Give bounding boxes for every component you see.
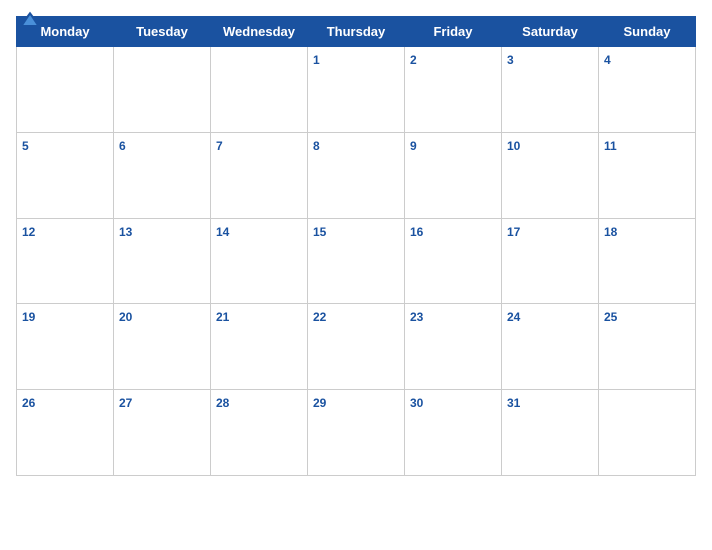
day-number: 19 (22, 310, 35, 324)
day-number: 4 (604, 53, 611, 67)
calendar-cell: 8 (308, 132, 405, 218)
day-number: 8 (313, 139, 320, 153)
day-number: 15 (313, 225, 326, 239)
calendar-cell: 16 (405, 218, 502, 304)
calendar-table: MondayTuesdayWednesdayThursdayFridaySatu… (16, 16, 696, 476)
calendar-cell: 6 (114, 132, 211, 218)
calendar-cell: 20 (114, 304, 211, 390)
day-number: 30 (410, 396, 423, 410)
calendar-cell: 29 (308, 390, 405, 476)
calendar-cell: 31 (502, 390, 599, 476)
day-number: 22 (313, 310, 326, 324)
calendar-week-row: 26 27 28 29 30 31 (17, 390, 696, 476)
calendar-cell (17, 47, 114, 133)
day-number: 5 (22, 139, 29, 153)
logo-area (16, 10, 46, 30)
day-number: 27 (119, 396, 132, 410)
day-number: 7 (216, 139, 223, 153)
calendar-cell: 1 (308, 47, 405, 133)
calendar-cell: 5 (17, 132, 114, 218)
weekday-sunday: Sunday (599, 17, 696, 47)
calendar-cell: 12 (17, 218, 114, 304)
day-number: 21 (216, 310, 229, 324)
day-number: 11 (604, 139, 617, 153)
day-number: 10 (507, 139, 520, 153)
day-number: 3 (507, 53, 514, 67)
calendar-cell: 14 (211, 218, 308, 304)
logo-icon (16, 10, 44, 30)
calendar-cell: 25 (599, 304, 696, 390)
calendar-cell (599, 390, 696, 476)
day-number: 18 (604, 225, 617, 239)
day-number: 13 (119, 225, 132, 239)
day-number: 2 (410, 53, 417, 67)
calendar-cell: 17 (502, 218, 599, 304)
calendar-cell: 19 (17, 304, 114, 390)
calendar-cell: 15 (308, 218, 405, 304)
day-number: 6 (119, 139, 126, 153)
day-number: 17 (507, 225, 520, 239)
calendar-cell: 24 (502, 304, 599, 390)
calendar-cell: 27 (114, 390, 211, 476)
calendar-cell: 11 (599, 132, 696, 218)
day-number: 9 (410, 139, 417, 153)
calendar-week-row: 5 6 7 8 9 10 11 (17, 132, 696, 218)
calendar-cell: 13 (114, 218, 211, 304)
calendar-week-row: 12 13 14 15 16 17 18 (17, 218, 696, 304)
calendar-cell: 9 (405, 132, 502, 218)
day-number: 25 (604, 310, 617, 324)
calendar-cell: 2 (405, 47, 502, 133)
weekday-tuesday: Tuesday (114, 17, 211, 47)
day-number: 12 (22, 225, 35, 239)
day-number: 23 (410, 310, 423, 324)
day-number: 26 (22, 396, 35, 410)
calendar-container: MondayTuesdayWednesdayThursdayFridaySatu… (0, 0, 712, 550)
calendar-week-row: 1 2 3 4 (17, 47, 696, 133)
calendar-cell: 18 (599, 218, 696, 304)
weekday-saturday: Saturday (502, 17, 599, 47)
day-number: 20 (119, 310, 132, 324)
calendar-cell: 26 (17, 390, 114, 476)
day-number: 14 (216, 225, 229, 239)
calendar-week-row: 19 20 21 22 23 24 25 (17, 304, 696, 390)
calendar-cell: 22 (308, 304, 405, 390)
calendar-cell: 21 (211, 304, 308, 390)
calendar-cell: 23 (405, 304, 502, 390)
weekday-friday: Friday (405, 17, 502, 47)
weekday-thursday: Thursday (308, 17, 405, 47)
weekday-header-row: MondayTuesdayWednesdayThursdayFridaySatu… (17, 17, 696, 47)
calendar-cell: 30 (405, 390, 502, 476)
day-number: 28 (216, 396, 229, 410)
day-number: 31 (507, 396, 520, 410)
calendar-cell: 28 (211, 390, 308, 476)
weekday-wednesday: Wednesday (211, 17, 308, 47)
calendar-cell (211, 47, 308, 133)
calendar-cell: 7 (211, 132, 308, 218)
calendar-cell: 3 (502, 47, 599, 133)
day-number: 1 (313, 53, 320, 67)
day-number: 16 (410, 225, 423, 239)
day-number: 24 (507, 310, 520, 324)
calendar-cell (114, 47, 211, 133)
day-number: 29 (313, 396, 326, 410)
calendar-cell: 10 (502, 132, 599, 218)
calendar-cell: 4 (599, 47, 696, 133)
